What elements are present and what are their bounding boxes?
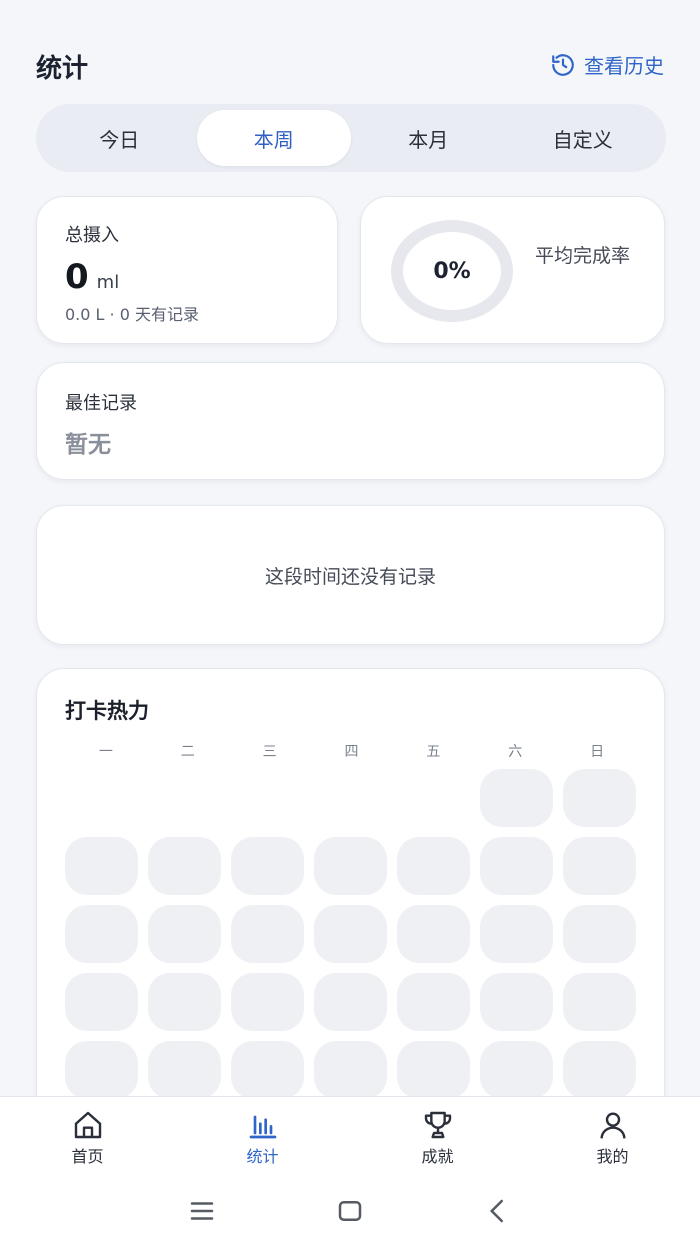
- nav-label-stats: 统计: [246, 1147, 279, 1166]
- history-icon: [552, 53, 574, 76]
- heatmap-day-cell: [231, 973, 304, 1031]
- heatmap-day-cell: [148, 837, 221, 895]
- heatmap-day-cell: [231, 837, 304, 895]
- weekday-label: 六: [508, 744, 523, 760]
- completion-rate-card: 0% 平均完成率: [360, 196, 665, 344]
- heatmap-day-cell: [65, 1041, 138, 1099]
- heatmap-day-cell: [65, 973, 138, 1031]
- total-intake-value: 0: [65, 257, 89, 297]
- weekday-header: 一 二 三 四 五 六 日: [65, 741, 638, 761]
- completion-rate-value: 0%: [433, 258, 471, 284]
- page-header: 统计 查看历史: [0, 36, 700, 92]
- weekday-label: 四: [344, 744, 359, 760]
- best-record-value: 暂无: [65, 432, 111, 458]
- bottom-nav: 首页 统计 成就 我的: [0, 1096, 700, 1178]
- heatmap-day-cell: [397, 837, 470, 895]
- user-icon: [599, 1112, 626, 1139]
- weekday-label: 二: [180, 744, 195, 760]
- heatmap-day-cell: [480, 905, 553, 963]
- heatmap-day-cell: [148, 973, 221, 1031]
- home-button-icon[interactable]: [335, 1196, 365, 1226]
- tab-this-month[interactable]: 本月: [351, 110, 506, 166]
- system-navigation-bar: [0, 1178, 700, 1244]
- heatmap-day-cell: [397, 1041, 470, 1099]
- heatmap-spacer: [231, 769, 304, 827]
- heatmap-title: 打卡热力: [65, 699, 149, 723]
- heatmap-day-cell: [314, 905, 387, 963]
- bar-chart-icon: [249, 1115, 276, 1139]
- heatmap-spacer: [314, 769, 387, 827]
- heatmap-day-cell: [563, 973, 636, 1031]
- heatmap-day-cell: [480, 837, 553, 895]
- heatmap-day-cell: [148, 905, 221, 963]
- total-intake-card: 总摄入 0 ml 0.0 L · 0 天有记录: [36, 196, 338, 344]
- period-tabs: 今日 本周 本月 自定义: [36, 104, 666, 172]
- weekday-label: 一: [98, 744, 113, 760]
- back-icon[interactable]: [483, 1196, 513, 1226]
- heatmap-day-cell: [563, 905, 636, 963]
- heatmap-day-cell: [480, 1041, 553, 1099]
- view-history-label: 查看历史: [584, 54, 664, 78]
- weekday-label: 三: [262, 744, 277, 760]
- tab-this-week[interactable]: 本周: [196, 110, 351, 166]
- nav-item-profile[interactable]: 我的: [525, 1097, 700, 1178]
- menu-icon[interactable]: [187, 1196, 217, 1226]
- heatmap-day-cell: [563, 837, 636, 895]
- nav-item-stats[interactable]: 统计: [175, 1097, 350, 1178]
- completion-rate-label: 平均完成率: [535, 245, 631, 267]
- page-title: 统计: [36, 54, 89, 84]
- heatmap-day-cell: [480, 769, 553, 827]
- heatmap-day-cell: [65, 905, 138, 963]
- weekday-label: 日: [590, 744, 605, 760]
- nav-label-profile: 我的: [596, 1147, 629, 1166]
- best-record-card: 最佳记录 暂无: [36, 362, 665, 480]
- heatmap-spacer: [65, 769, 138, 827]
- heatmap-day-cell: [480, 973, 553, 1031]
- nav-label-achievements: 成就: [421, 1147, 454, 1166]
- heatmap-day-cell: [231, 1041, 304, 1099]
- heatmap-day-cell: [231, 905, 304, 963]
- empty-records-message: 这段时间还没有记录: [264, 565, 436, 588]
- heatmap-day-cell: [314, 1041, 387, 1099]
- status-bar: [0, 0, 700, 10]
- total-intake-value-row: 0 ml: [65, 257, 119, 297]
- weekday-label: 五: [426, 744, 441, 760]
- heatmap-spacer: [148, 769, 221, 827]
- heatmap-day-cell: [314, 973, 387, 1031]
- heatmap-spacer: [397, 769, 470, 827]
- nav-item-achievements[interactable]: 成就: [350, 1097, 525, 1178]
- heatmap-day-cell: [314, 837, 387, 895]
- heatmap-day-cell: [563, 769, 636, 827]
- best-record-label: 最佳记录: [65, 393, 137, 414]
- heatmap-day-cell: [563, 1041, 636, 1099]
- view-history-button[interactable]: 查看历史: [550, 50, 664, 79]
- tab-custom[interactable]: 自定义: [506, 110, 661, 166]
- nav-label-home: 首页: [71, 1147, 104, 1166]
- total-intake-subtitle: 0.0 L · 0 天有记录: [65, 305, 199, 324]
- heatmap-day-cell: [65, 837, 138, 895]
- total-intake-unit: ml: [96, 272, 120, 293]
- tab-today[interactable]: 今日: [42, 110, 197, 166]
- nav-item-home[interactable]: 首页: [0, 1097, 175, 1178]
- empty-records-card: 这段时间还没有记录: [36, 505, 665, 645]
- heatmap-day-cell: [397, 973, 470, 1031]
- heatmap-day-cell: [148, 1041, 221, 1099]
- total-intake-label: 总摄入: [65, 225, 119, 246]
- trophy-icon: [424, 1111, 451, 1139]
- heatmap-day-cell: [397, 905, 470, 963]
- home-icon: [74, 1111, 101, 1139]
